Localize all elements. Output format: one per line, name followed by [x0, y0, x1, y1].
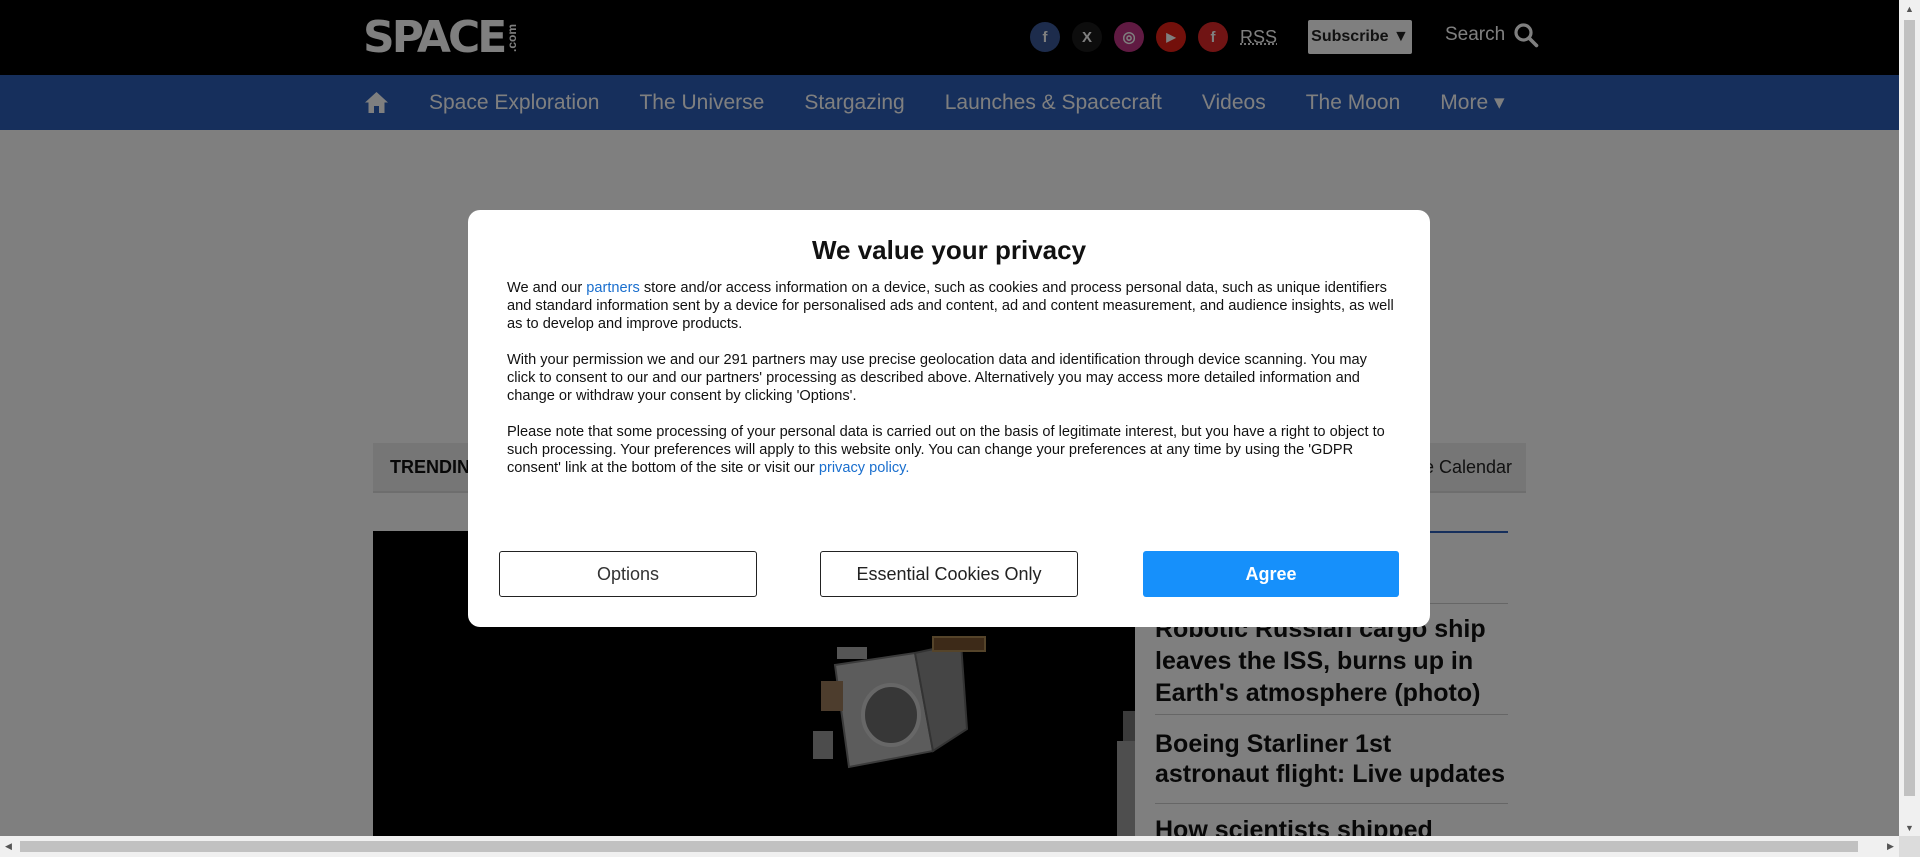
consent-paragraph-1: We and our partners store and/or access …: [507, 279, 1395, 333]
scrollbar-corner: [1899, 836, 1920, 857]
vertical-scroll-thumb[interactable]: [1904, 20, 1915, 796]
consent-paragraph-2: With your permission we and our 291 part…: [507, 352, 1367, 404]
partners-link[interactable]: partners: [586, 280, 640, 296]
consent-text: store and/or access information on a dev…: [507, 280, 1394, 332]
dialog-title: We value your privacy: [811, 235, 1087, 265]
scroll-down-arrow-icon[interactable]: ▼: [1899, 819, 1920, 836]
scroll-left-arrow-icon[interactable]: ◀: [0, 836, 17, 857]
horizontal-scroll-thumb[interactable]: [20, 841, 1858, 852]
agree-button[interactable]: Agree: [1143, 551, 1399, 597]
dialog-body: We and our partners store and/or access …: [507, 279, 1395, 495]
privacy-policy-link[interactable]: privacy policy.: [819, 460, 910, 476]
privacy-consent-dialog: We value your privacy We and our partner…: [468, 210, 1430, 627]
options-button[interactable]: Options: [499, 551, 757, 597]
consent-text: We and our: [507, 280, 587, 296]
essential-cookies-button[interactable]: Essential Cookies Only: [820, 551, 1078, 597]
vertical-scrollbar[interactable]: ▲ ▼: [1899, 0, 1920, 836]
consent-paragraph-3: Please note that some processing of your…: [507, 423, 1395, 477]
horizontal-scrollbar[interactable]: ◀ ▶: [0, 836, 1899, 857]
scroll-up-arrow-icon[interactable]: ▲: [1899, 0, 1920, 17]
page: SPACE .com f X ◎ ▶ f RSS Subscribe ▼ Sea…: [0, 0, 1899, 836]
consent-text: Please note that some processing of your…: [507, 424, 1385, 476]
scroll-right-arrow-icon[interactable]: ▶: [1882, 836, 1899, 857]
